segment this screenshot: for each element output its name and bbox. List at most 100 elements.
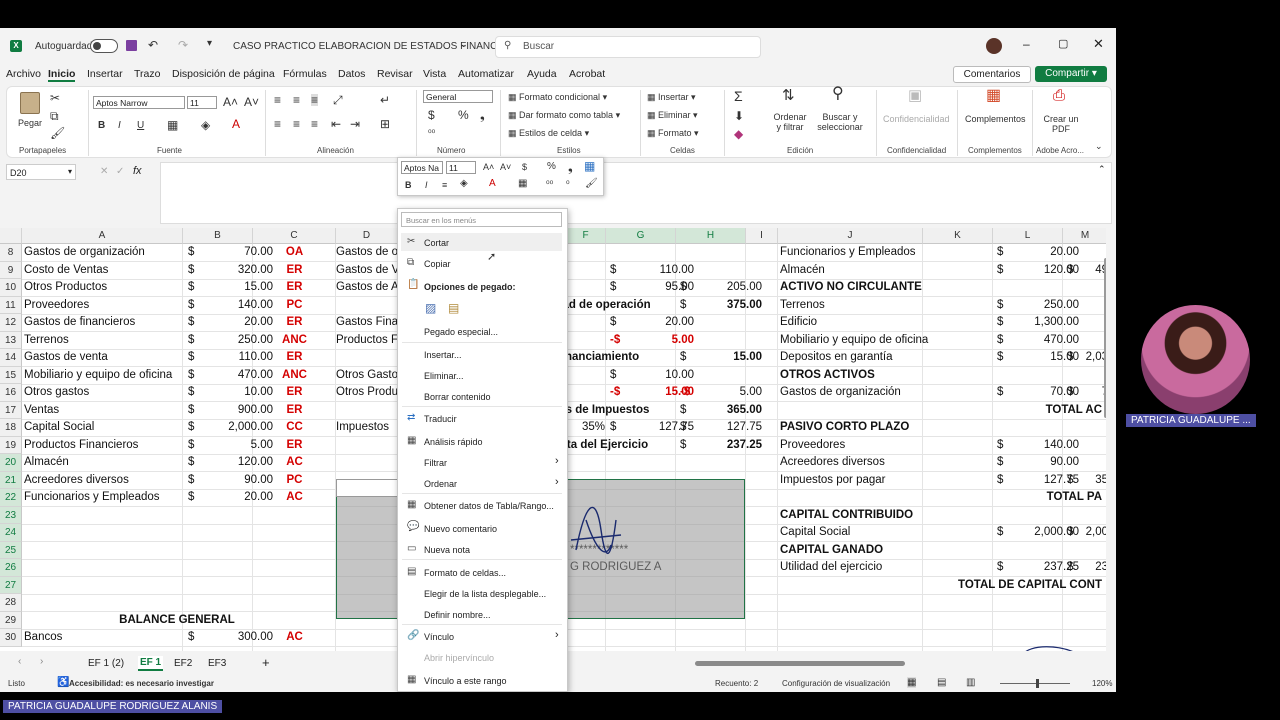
cell-m[interactable]: 23: [1095, 559, 1106, 576]
cell-d[interactable]: Otros Produ: [336, 384, 398, 401]
cell-l[interactable]: 20.00: [1050, 244, 1079, 261]
status-accessibility[interactable]: Accesibilidad: es necesario investigar: [69, 679, 214, 688]
context-new-note[interactable]: Nueva nota: [424, 545, 470, 555]
context-paste-special[interactable]: Pegado especial...: [424, 327, 498, 337]
cell-j[interactable]: Gastos de organización: [780, 384, 901, 401]
mini-font-combo[interactable]: Aptos Na: [401, 161, 443, 174]
formula-input[interactable]: [160, 162, 1112, 224]
normal-view-icon[interactable]: ▦: [907, 677, 917, 688]
row-header[interactable]: 26: [0, 559, 22, 577]
cell-c[interactable]: AC: [253, 629, 336, 646]
cell-d[interactable]: Gastos de V: [336, 262, 399, 279]
cell-l[interactable]: 140.00: [1044, 437, 1079, 454]
cell-d[interactable]: Gastos Fina: [336, 314, 398, 331]
cell-c[interactable]: PC: [253, 472, 336, 489]
align-bottom-icon[interactable]: ≡: [311, 94, 319, 106]
column-header[interactable]: C: [253, 228, 336, 244]
cell-j[interactable]: Funcionarios y Empleados: [780, 244, 916, 261]
cell-l[interactable]: 1,300.00: [1034, 314, 1079, 331]
cell-j[interactable]: CAPITAL CONTRIBUIDO: [780, 507, 913, 524]
context-filter[interactable]: Filtrar: [424, 458, 447, 468]
cell-m[interactable]: 2,03: [1086, 349, 1106, 366]
font-name-combo[interactable]: Aptos Narrow: [93, 96, 185, 109]
cell-h[interactable]: 15.00: [733, 349, 762, 366]
row-header[interactable]: 27: [0, 576, 22, 594]
row-header[interactable]: 25: [0, 541, 22, 559]
autosave-toggle[interactable]: [90, 39, 118, 53]
number-format-combo[interactable]: General: [423, 90, 493, 103]
create-pdf-label[interactable]: Crear un PDF: [1043, 114, 1079, 134]
close-icon[interactable]: ✕: [1093, 36, 1104, 52]
mini-fill-icon[interactable]: ◈: [460, 178, 468, 190]
mini-size-combo[interactable]: 11: [446, 161, 476, 174]
mini-currency-icon[interactable]: $: [522, 161, 527, 173]
cell-a[interactable]: Capital Social: [24, 419, 94, 436]
wrap-text-icon[interactable]: ↵: [380, 94, 390, 106]
cut-icon[interactable]: ✂: [50, 92, 60, 104]
menu-formulas[interactable]: Fórmulas: [283, 68, 327, 80]
cell-f[interactable]: 35%: [582, 419, 605, 436]
undo-icon[interactable]: ↶: [148, 39, 158, 51]
column-header[interactable]: L: [993, 228, 1063, 244]
comments-button[interactable]: Comentarios: [953, 66, 1031, 83]
row-header[interactable]: 11: [0, 296, 22, 314]
cell-h[interactable]: 205.00: [727, 279, 762, 296]
cell-a[interactable]: Otros Productos: [24, 279, 107, 296]
currency-icon[interactable]: $: [428, 109, 435, 121]
cell-j[interactable]: Impuestos por pagar: [780, 472, 885, 489]
row-header[interactable]: 21: [0, 471, 22, 489]
cell-c[interactable]: ER: [253, 279, 336, 296]
cell-g[interactable]: 20.00: [665, 314, 694, 331]
mini-shrink-font-icon[interactable]: A˅: [500, 161, 511, 173]
cell-d[interactable]: Otros Gasto: [336, 367, 398, 384]
cell-c[interactable]: AC: [253, 489, 336, 506]
column-header[interactable]: M: [1063, 228, 1106, 244]
row-header[interactable]: 17: [0, 401, 22, 419]
cell-d[interactable]: Impuestos: [336, 419, 389, 436]
insert-cells-button[interactable]: ▦ Insertar ▾: [647, 92, 696, 103]
sheet-tab-ef1-2[interactable]: EF 1 (2): [88, 658, 124, 669]
minimize-icon[interactable]: –: [1023, 37, 1030, 51]
cell-a[interactable]: Gastos de venta: [24, 349, 108, 366]
borders-icon[interactable]: ▦: [167, 119, 178, 131]
cell-c[interactable]: OA: [253, 244, 336, 261]
column-header[interactable]: I: [746, 228, 778, 244]
cell-l[interactable]: 470.00: [1044, 332, 1079, 349]
cell-d[interactable]: Gastos de A: [336, 279, 399, 296]
delete-cells-button[interactable]: ▦ Eliminar ▾: [647, 110, 698, 121]
formula-collapse-icon[interactable]: ⌃: [1098, 164, 1106, 175]
cell-h[interactable]: 127.75: [727, 419, 762, 436]
column-header[interactable]: F: [566, 228, 606, 244]
accessibility-icon[interactable]: ♿: [57, 677, 69, 688]
cell-c[interactable]: PC: [253, 297, 336, 314]
status-display-settings[interactable]: Configuración de visualización: [782, 679, 890, 688]
mini-bold-icon[interactable]: B: [405, 179, 412, 191]
zoom-thumb[interactable]: [1036, 679, 1039, 688]
name-box-chevron-icon[interactable]: ▾: [68, 167, 72, 176]
sheet-tab-ef3[interactable]: EF3: [208, 658, 226, 669]
mini-italic-icon[interactable]: I: [425, 179, 428, 191]
restore-icon[interactable]: ▢: [1058, 37, 1068, 50]
horizontal-scrollbar[interactable]: [695, 661, 905, 666]
context-sort[interactable]: Ordenar: [424, 479, 457, 489]
next-sheet-icon[interactable]: ›: [40, 656, 43, 667]
menu-inicio[interactable]: Inicio: [48, 68, 76, 82]
cell-h[interactable]: 237.25: [727, 437, 762, 454]
cell-d[interactable]: Gastos de o: [336, 244, 398, 261]
paste-label[interactable]: Pegar: [18, 118, 42, 128]
cell-g[interactable]: 127.75: [659, 419, 694, 436]
context-new-comment[interactable]: Nuevo comentario: [424, 524, 497, 534]
cell-j[interactable]: CAPITAL GANADO: [780, 542, 883, 559]
zoom-level[interactable]: 120%: [1092, 679, 1112, 688]
row-header[interactable]: 15: [0, 366, 22, 384]
menu-insertar[interactable]: Insertar: [87, 68, 123, 80]
cell-h[interactable]: 375.00: [727, 297, 762, 314]
cell-l[interactable]: 120.00: [1044, 262, 1079, 279]
table-format-button[interactable]: ▦ Dar formato como tabla ▾: [508, 110, 620, 121]
context-format-cells[interactable]: Formato de celdas...: [424, 568, 506, 578]
formula-cancel-icon[interactable]: ✕: [100, 166, 108, 177]
grow-font-icon[interactable]: A˄: [223, 96, 238, 108]
page-layout-icon[interactable]: ▤: [937, 677, 946, 688]
menu-datos[interactable]: Datos: [338, 68, 365, 80]
menu-revisar[interactable]: Revisar: [377, 68, 413, 80]
